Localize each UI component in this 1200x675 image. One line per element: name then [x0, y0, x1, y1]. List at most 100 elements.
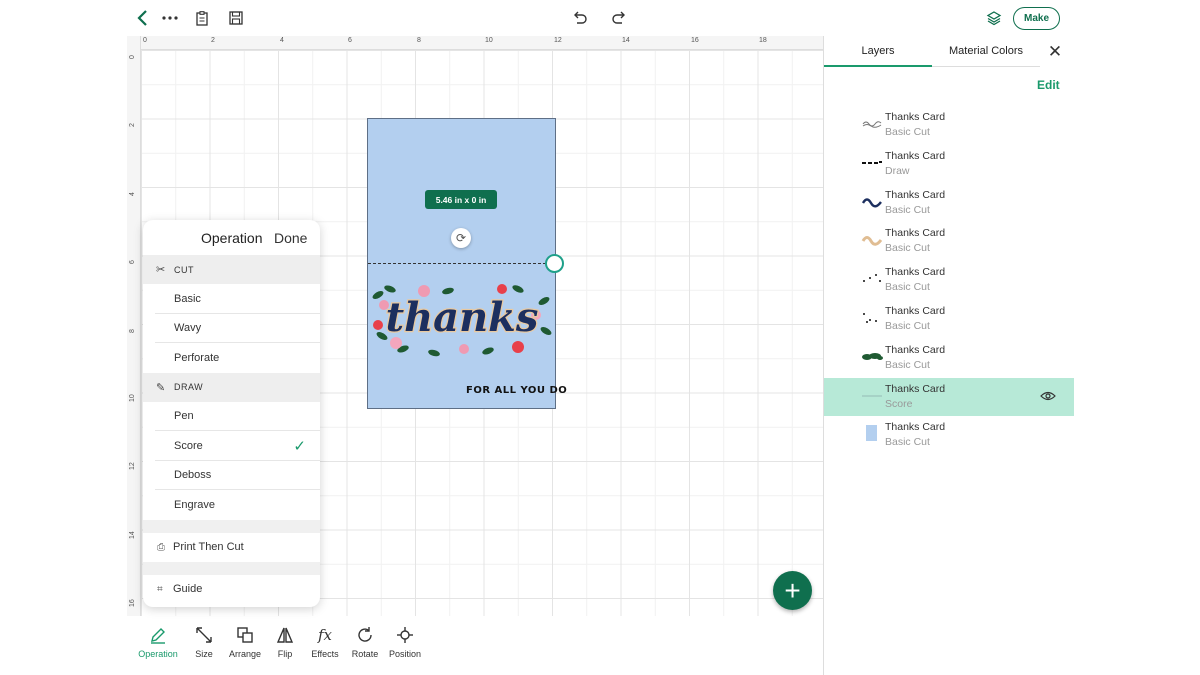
layer-item[interactable]: Thanks Card Basic Cut	[824, 222, 1074, 261]
op-item-wavy[interactable]: Wavy	[143, 314, 320, 344]
guide-option[interactable]: ⌗ Guide	[143, 575, 320, 604]
rotate-handle[interactable]: ⟳	[451, 228, 471, 248]
save-icon	[229, 11, 243, 25]
pen-icon	[151, 627, 165, 644]
add-button[interactable]: +	[773, 571, 812, 610]
layer-name: Thanks Card	[885, 343, 946, 356]
tool-operation[interactable]: Operation	[133, 622, 183, 667]
ruler-tick: 0	[143, 37, 147, 44]
section-label: DRAW	[174, 382, 204, 392]
layer-item[interactable]: Thanks Card Basic Cut	[824, 300, 1074, 339]
make-button[interactable]: Make	[1013, 7, 1060, 30]
guide-icon: ⌗	[157, 583, 163, 595]
op-item-pen[interactable]: Pen	[143, 402, 320, 432]
top-bar: Make	[127, 0, 1073, 36]
resize-handle[interactable]	[545, 254, 564, 273]
layer-name: Thanks Card	[885, 421, 946, 434]
rotate-icon	[358, 626, 372, 642]
layer-thumbnail	[863, 313, 877, 323]
layers-panel: Layers Material Colors ✕ Edit Thanks Car…	[823, 36, 1074, 675]
layer-name: Thanks Card	[885, 227, 946, 240]
layer-item[interactable]: Thanks Card Basic Cut	[824, 106, 1074, 145]
rotate-icon: ⟳	[455, 231, 467, 245]
tab-material-colors[interactable]: Material Colors	[932, 36, 1040, 67]
layer-thumbnail	[861, 197, 882, 208]
layer-thumbnail	[861, 236, 883, 247]
layer-item[interactable]: Thanks Card Basic Cut	[824, 184, 1074, 223]
close-panel-button[interactable]: ✕	[1046, 42, 1064, 61]
arrange-icon	[237, 626, 253, 643]
op-item-engrave[interactable]: Engrave	[143, 490, 320, 520]
copy-button[interactable]	[191, 6, 215, 30]
ruler-tick: 4	[280, 37, 284, 44]
layer-type: Basic Cut	[885, 126, 930, 138]
more-options-button[interactable]	[158, 6, 182, 30]
thanks-artwork: thanks	[372, 284, 552, 357]
ruler-tick: 2	[129, 123, 136, 127]
layer-item-selected[interactable]: Thanks Card Score	[824, 377, 1074, 417]
close-icon: ✕	[1047, 42, 1063, 61]
layer-item[interactable]: Thanks Card Basic Cut	[824, 261, 1074, 300]
layer-thumbnail	[862, 352, 883, 360]
score-line[interactable]	[368, 263, 556, 264]
layer-item[interactable]: Thanks Card Draw	[824, 145, 1074, 184]
op-item-score[interactable]: Score ✓	[143, 431, 320, 461]
ruler-tick: 12	[129, 462, 136, 470]
ruler-tick: 6	[129, 260, 136, 264]
op-item-label: Perforate	[174, 351, 220, 364]
layer-item[interactable]: Thanks Card Basic Cut	[824, 416, 1074, 455]
layer-type: Basic Cut	[885, 320, 930, 332]
dimension-badge: 5.46 in x 0 in	[425, 190, 497, 209]
layer-type: Draw	[885, 164, 910, 177]
layer-type: Basic Cut	[885, 203, 930, 216]
op-item-perforate[interactable]: Perforate	[143, 343, 320, 373]
redo-button[interactable]	[607, 6, 631, 30]
ruler-tick: 14	[129, 531, 136, 539]
edit-button[interactable]: Edit	[1037, 78, 1060, 92]
printer-icon: ⎙	[157, 541, 165, 553]
layer-type: Basic Cut	[885, 281, 930, 294]
ruler-tick: 6	[348, 37, 352, 44]
cut-section-header: ✂ CUT	[143, 255, 320, 284]
layer-item[interactable]: Thanks Card Basic Cut	[824, 339, 1074, 378]
layers-toggle-button[interactable]	[982, 6, 1006, 30]
layer-type: Basic Cut	[885, 436, 930, 449]
print-then-cut-label: Print Then Cut	[173, 541, 244, 553]
op-item-label: Score	[174, 439, 203, 452]
layer-name: Thanks Card	[885, 305, 946, 317]
pen-icon: ✎	[156, 381, 166, 394]
chevron-left-icon	[137, 10, 147, 26]
op-item-label: Deboss	[174, 469, 212, 482]
print-then-cut-option[interactable]: ⎙ Print Then Cut	[143, 533, 320, 562]
op-item-deboss[interactable]: Deboss	[143, 461, 320, 491]
layer-thumbnail	[863, 274, 881, 283]
layer-type: Score	[885, 397, 913, 410]
ruler-tick: 16	[691, 37, 699, 44]
undo-button[interactable]	[568, 6, 592, 30]
tab-layers[interactable]: Layers	[824, 36, 932, 67]
save-button[interactable]	[224, 6, 248, 30]
checkmark-icon: ✓	[293, 438, 306, 455]
ruler-tick: 4	[129, 192, 136, 196]
plus-icon: +	[784, 574, 801, 606]
card-caption: FOR ALL YOU DO	[466, 385, 568, 396]
ruler-tick: 0	[129, 55, 136, 59]
layer-name: Thanks Card	[885, 188, 946, 201]
done-button[interactable]: Done	[274, 230, 307, 246]
tool-label: Operation	[138, 649, 178, 659]
redo-icon	[612, 11, 625, 24]
divider	[143, 561, 320, 575]
tool-position[interactable]: Position	[380, 622, 430, 667]
ruler-top: 0 2 4 6 8 10 12 14 16 18	[127, 36, 823, 50]
undo-icon	[574, 11, 587, 24]
visibility-eye-icon[interactable]	[1040, 390, 1056, 405]
svg-text:thanks: thanks	[386, 294, 539, 341]
op-item-label: Engrave	[174, 498, 215, 511]
layer-thumbnail	[862, 121, 882, 128]
layer-name: Thanks Card	[885, 266, 946, 279]
layers-icon	[986, 11, 1002, 26]
more-dots-icon	[162, 16, 178, 20]
op-item-basic[interactable]: Basic	[143, 284, 320, 314]
back-button[interactable]	[131, 6, 155, 30]
ruler-tick: 16	[129, 599, 136, 607]
